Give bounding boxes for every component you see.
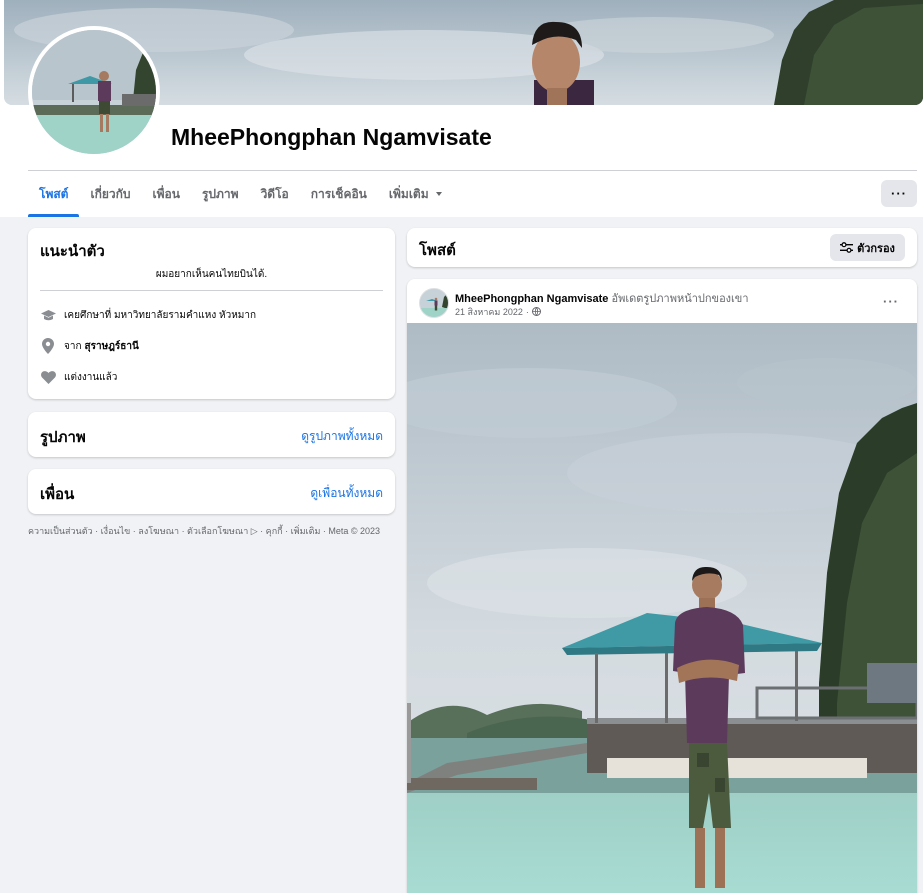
location-pin-icon: [40, 338, 56, 354]
heart-icon: [40, 369, 56, 385]
intro-education: เคยศึกษาที่ มหาวิทยาลัยรามคำแหง หัวหมาก: [40, 307, 256, 323]
intro-bio: ผมอยากเห็นคนไทยบินได้.: [155, 269, 268, 280]
post-meta-separator: ·: [525, 307, 529, 317]
filter-button[interactable]: ตัวกรอง: [830, 234, 905, 261]
post-action-text: อัพเดตรูปภาพหน้าปกของเขา: [611, 293, 749, 305]
globe-icon[interactable]: [531, 306, 541, 318]
tab-checkins[interactable]: การเช็คอิน: [300, 171, 378, 217]
tab-label: เพื่อน: [152, 186, 180, 201]
tab-label: วิดีโอ: [260, 186, 289, 201]
friends-title[interactable]: เพื่อน: [40, 482, 74, 506]
tab-label: เพิ่มเติม: [388, 186, 429, 201]
tab-more[interactable]: เพิ่มเติม: [378, 171, 453, 217]
profile-more-button[interactable]: ···: [881, 180, 917, 207]
caret-down-icon: [435, 192, 442, 196]
post-photo-image: [407, 323, 917, 893]
tab-friends[interactable]: เพื่อน: [142, 171, 191, 217]
tab-label: รูปภาพ: [201, 186, 239, 201]
tab-about[interactable]: เกี่ยวกับ: [79, 171, 141, 217]
post-author-name[interactable]: MheePhongphan Ngamvisate: [455, 293, 608, 305]
footer-text[interactable]: ความเป็นส่วนตัว · เงื่อนไข · ลงโฆษณา · ต…: [28, 526, 380, 536]
profile-avatar[interactable]: [28, 26, 160, 158]
post-author-avatar[interactable]: [419, 288, 449, 318]
profile-avatar-image: [32, 30, 156, 154]
post-more-button[interactable]: ···: [877, 291, 905, 311]
intro-location: จาก สุราษฎร์ธานี: [40, 338, 139, 354]
photos-card: รูปภาพ ดูรูปภาพทั้งหมด: [28, 412, 395, 457]
friends-card: เพื่อน ดูเพื่อนทั้งหมด: [28, 469, 395, 514]
intro-relationship: แต่งงานแล้ว: [40, 369, 117, 385]
intro-education-text[interactable]: เคยศึกษาที่ มหาวิทยาลัยรามคำแหง หัวหมาก: [64, 308, 256, 323]
tab-label: เกี่ยวกับ: [90, 186, 131, 201]
posts-title: โพสต์: [419, 242, 456, 259]
profile-name: MheePhongphan Ngamvisate: [171, 124, 492, 150]
tab-label: โพสต์: [39, 186, 69, 201]
filter-label: ตัวกรอง: [857, 242, 895, 255]
profile-tabs: โพสต์ เกี่ยวกับ เพื่อน รูปภาพ วิดีโอ การ…: [28, 171, 453, 217]
intro-title: แนะนำตัว: [40, 243, 105, 260]
posts-header-card: โพสต์ ตัวกรอง: [407, 228, 917, 267]
graduation-cap-icon: [40, 307, 56, 323]
tab-photos[interactable]: รูปภาพ: [191, 171, 250, 217]
tab-label: การเช็คอิน: [310, 186, 367, 201]
see-all-friends-link[interactable]: ดูเพื่อนทั้งหมด: [310, 484, 383, 503]
tab-posts[interactable]: โพสต์: [28, 171, 80, 217]
tab-videos[interactable]: วิดีโอ: [250, 171, 300, 217]
post-card: MheePhongphan Ngamvisate อัพเดตรูปภาพหน้…: [407, 279, 917, 893]
post-date[interactable]: 21 สิงหาคม 2022: [455, 305, 523, 319]
see-all-photos-link[interactable]: ดูรูปภาพทั้งหมด: [301, 427, 383, 446]
intro-location-prefix: จาก: [64, 340, 82, 352]
footer-links[interactable]: ความเป็นส่วนตัว · เงื่อนไข · ลงโฆษณา · ต…: [28, 524, 380, 538]
post-photo[interactable]: [407, 323, 917, 893]
post-author-avatar-image: [420, 289, 448, 317]
intro-divider: [40, 290, 383, 291]
intro-location-link[interactable]: สุราษฎร์ธานี: [85, 339, 139, 354]
intro-card: แนะนำตัว ผมอยากเห็นคนไทยบินได้. เคยศึกษา…: [28, 228, 395, 399]
profile-header: MheePhongphan Ngamvisate โพสต์ เกี่ยวกับ…: [0, 0, 923, 217]
post-meta: 21 สิงหาคม 2022 ·: [455, 305, 541, 319]
photos-title[interactable]: รูปภาพ: [40, 425, 86, 449]
intro-relationship-text: แต่งงานแล้ว: [64, 371, 118, 383]
filter-sliders-icon: [840, 242, 854, 253]
